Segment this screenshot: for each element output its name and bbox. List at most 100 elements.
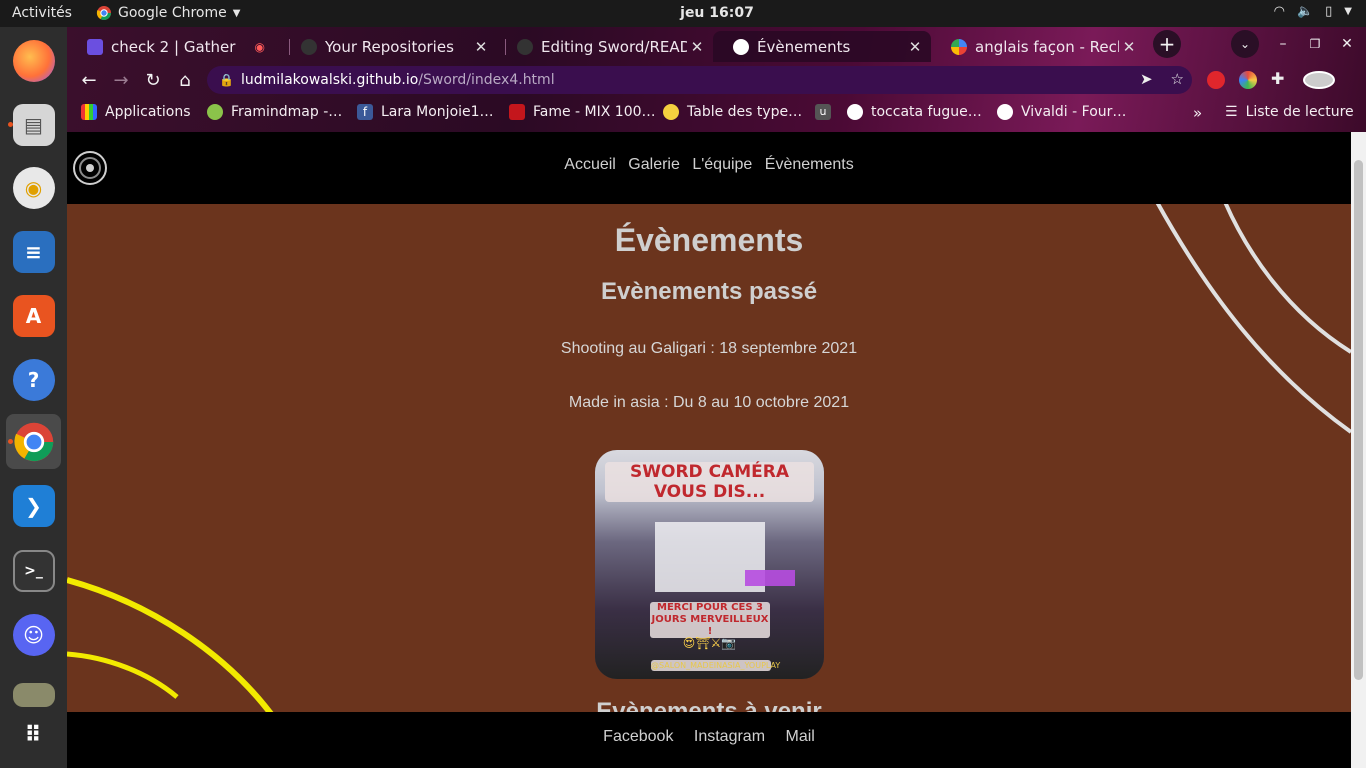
footer-link-facebook[interactable]: Facebook	[603, 728, 673, 745]
minimize-button[interactable]: –	[1269, 30, 1297, 58]
gather-icon	[87, 38, 103, 55]
dock-writer[interactable]: ≡	[6, 224, 61, 279]
puzzle-icon[interactable]: ✚	[1271, 69, 1289, 88]
page-title: Évènements	[614, 222, 804, 258]
close-icon[interactable]: ✕	[471, 38, 491, 56]
dock-terminal[interactable]: >_	[6, 543, 61, 598]
bookmark-applications[interactable]: Applications	[81, 104, 191, 120]
system-tray[interactable]: ◠ 🔈 ▯ ▼	[1274, 4, 1352, 19]
globe-icon	[847, 104, 863, 120]
reading-list-icon: ☰	[1225, 104, 1238, 120]
file-cabinet-icon: ▤	[12, 103, 55, 146]
address-bar[interactable]: 🔒 ludmilakowalski.github.io/Sword/index4…	[207, 66, 1192, 94]
tab-search-button[interactable]: ⌄	[1231, 30, 1259, 58]
reload-button[interactable]: ↻	[139, 66, 167, 94]
browser-window: check 2 | Gather ◉ Your Repositories ✕ E…	[67, 27, 1366, 132]
terminal-icon: >_	[12, 549, 55, 592]
pokemon-icon	[663, 104, 679, 120]
dock-files[interactable]: ▤	[6, 97, 61, 152]
tab-repositories[interactable]: Your Repositories ✕	[281, 31, 497, 62]
bookmark-label: Fame - MIX 100…	[533, 104, 656, 120]
bookmark-label: toccata fugue…	[871, 104, 982, 120]
bookmark-vivaldi[interactable]: Vivaldi - Four…	[997, 104, 1126, 120]
nav-link-equipe[interactable]: L'équipe	[692, 156, 752, 173]
footer-link-instagram[interactable]: Instagram	[694, 728, 765, 745]
image-viewer-icon	[12, 682, 55, 707]
footer-links: Facebook Instagram Mail	[67, 728, 1351, 746]
dock-vscode[interactable]: ❯	[6, 478, 61, 533]
bookmark-label: Vivaldi - Four…	[1021, 104, 1127, 120]
apps-grid-icon	[81, 104, 97, 120]
running-indicator	[8, 439, 13, 444]
nav-link-evenements[interactable]: Évènements	[765, 156, 854, 173]
dock-help[interactable]: ?	[6, 352, 61, 407]
globe-icon	[733, 38, 749, 55]
reading-list-button[interactable]: ☰ Liste de lecture	[1225, 104, 1354, 120]
dock-discord[interactable]: ☺	[6, 607, 61, 662]
url-host: ludmilakowalski.github.io	[241, 72, 419, 88]
bookmark-toccata[interactable]: toccata fugue…	[847, 104, 982, 120]
profile-avatar[interactable]	[1303, 71, 1335, 89]
bookmark-table-types[interactable]: Table des type…	[663, 104, 802, 120]
scrollbar-thumb[interactable]	[1354, 160, 1363, 680]
bookmark-u[interactable]: u	[815, 104, 839, 120]
bookmark-star-icon[interactable]: ☆	[1171, 70, 1184, 88]
vscode-icon: ❯	[12, 484, 55, 527]
wifi-icon: ◠	[1273, 4, 1285, 19]
dock-rhythmbox[interactable]: ◉	[6, 160, 61, 215]
chrome-icon	[13, 422, 53, 461]
tab-evenements[interactable]: Évènements ✕	[713, 31, 931, 62]
bookmark-framindmap[interactable]: Framindmap -…	[207, 104, 342, 120]
home-button[interactable]: ⌂	[171, 66, 199, 94]
adblock-icon[interactable]	[1207, 71, 1225, 89]
url-path: /Sword/index4.html	[418, 72, 555, 88]
browser-toolbar: ← → ↻ ⌂ 🔒 ludmilakowalski.github.io/Swor…	[67, 62, 1366, 97]
back-button[interactable]: ←	[75, 66, 103, 94]
firefox-icon	[12, 39, 55, 82]
tab-title: Editing Sword/READM	[541, 37, 687, 56]
bookmark-label: Framindmap -…	[231, 104, 343, 120]
u-icon: u	[815, 104, 831, 120]
close-window-button[interactable]: ✕	[1333, 30, 1361, 58]
document-icon: ≡	[12, 230, 55, 273]
tab-title: anglais façon - Recher	[975, 37, 1119, 56]
event-item: Shooting au Galigari : 18 septembre 2021	[560, 340, 858, 357]
site-nav-links: Accueil Galerie L'équipe Évènements	[67, 156, 1351, 174]
dock-software[interactable]: A	[6, 288, 61, 343]
help-icon: ?	[12, 358, 55, 401]
color-extension-icon[interactable]	[1239, 71, 1257, 89]
facebook-icon: f	[357, 104, 373, 120]
forward-button[interactable]: →	[107, 66, 135, 94]
recording-icon: ◉	[254, 39, 265, 54]
send-icon[interactable]: ➤	[1140, 70, 1153, 88]
site-navbar: Accueil Galerie L'équipe Évènements	[67, 132, 1351, 204]
clock[interactable]: jeu 16:07	[0, 5, 1366, 21]
nav-link-galerie[interactable]: Galerie	[628, 156, 680, 173]
fame-icon	[509, 104, 525, 120]
lock-icon[interactable]: 🔒	[219, 73, 235, 87]
close-icon[interactable]: ✕	[687, 38, 707, 56]
photo-handle: @SALON_MADEINASIA_YOUPLAY	[651, 660, 781, 671]
new-tab-button[interactable]: +	[1153, 30, 1181, 58]
tab-title: Your Repositories	[325, 37, 454, 56]
bookmark-facebook[interactable]: f Lara Monjoie1…	[357, 104, 494, 120]
nav-link-accueil[interactable]: Accueil	[564, 156, 616, 173]
close-icon[interactable]: ✕	[1119, 38, 1139, 56]
dock-firefox[interactable]	[6, 33, 61, 88]
photo-thanks-text: MERCI POUR CES 3 JOURS MERVEILLEUX !	[650, 602, 770, 638]
tab-editing-readme[interactable]: Editing Sword/READM ✕	[497, 31, 713, 62]
footer-link-mail[interactable]: Mail	[785, 728, 814, 745]
bookmark-label: Table des type…	[687, 104, 803, 120]
tab-gather[interactable]: check 2 | Gather ◉	[67, 31, 281, 62]
more-bookmarks-button[interactable]: »	[1193, 104, 1202, 122]
show-applications-button[interactable]: ⠿	[6, 708, 61, 763]
dock-chrome[interactable]	[6, 414, 61, 469]
maximize-button[interactable]: ❐	[1301, 30, 1329, 58]
bookmark-label: Lara Monjoie1…	[381, 104, 494, 120]
page-scrollbar[interactable]	[1351, 132, 1366, 768]
github-icon	[301, 38, 317, 55]
tab-anglais[interactable]: anglais façon - Recher ✕	[931, 31, 1145, 62]
bookmark-fame[interactable]: Fame - MIX 100…	[509, 104, 656, 120]
close-icon[interactable]: ✕	[905, 38, 925, 56]
reading-list-label: Liste de lecture	[1245, 104, 1354, 120]
